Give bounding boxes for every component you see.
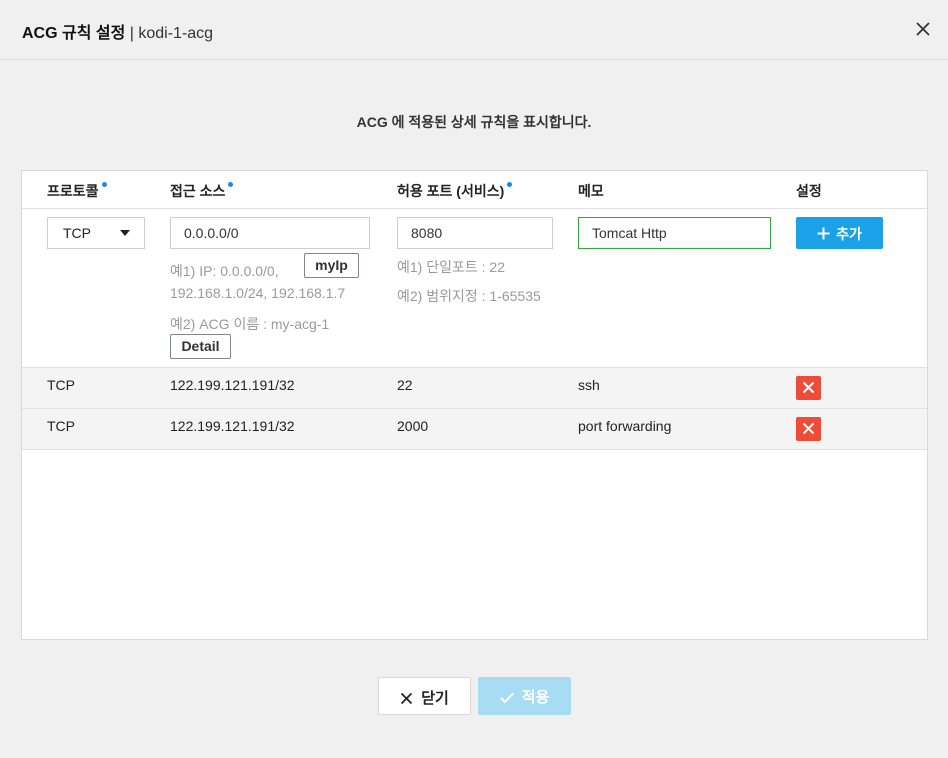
port-hint-1: 예1) 단일포트 : 22: [397, 259, 505, 275]
modal-header: ACG 규칙 설정 | kodi-1-acg: [0, 0, 948, 60]
modal-title-text: ACG 규칙 설정: [22, 25, 126, 42]
title-separator: |: [125, 25, 139, 42]
modal-title: ACG 규칙 설정 | kodi-1-acg: [22, 19, 213, 43]
source-hint-2: 192.168.1.0/24, 192.168.1.7: [170, 285, 346, 301]
column-header-memo: 메모: [578, 183, 604, 199]
apply-button[interactable]: 적용: [478, 677, 571, 715]
plus-icon: [817, 227, 830, 240]
source-input[interactable]: 0.0.0.0/0: [170, 217, 370, 249]
table-row: TCP 122.199.121.191/32 22 ssh: [22, 368, 927, 409]
delete-rule-button[interactable]: [796, 417, 821, 441]
description-text: ACG 에 적용된 상세 규칙을 표시합니다.: [356, 114, 592, 130]
check-icon: [499, 692, 514, 704]
acg-name: kodi-1-acg: [138, 25, 214, 42]
row-source: 122.199.121.191/32: [170, 377, 295, 393]
source-hint-3: 예2) ACG 이름 : my-acg-1: [170, 316, 330, 332]
column-header-settings: 설정: [796, 183, 822, 199]
new-rule-row: TCP 0.0.0.0/0 예1) IP: 0.0.0.0/0, myIp 19…: [22, 209, 927, 368]
row-protocol: TCP: [47, 418, 75, 434]
detail-button[interactable]: Detail: [170, 334, 231, 359]
close-button-label: 닫기: [421, 690, 449, 707]
column-header-source: 접근 소스: [170, 181, 234, 201]
column-header-protocol: 프로토콜: [47, 181, 107, 201]
required-dot-icon: [101, 182, 107, 187]
rules-table: 프로토콜 접근 소스 허용 포트 (서비스) 메모 설정 TCP 0.0.0.0…: [21, 170, 928, 640]
protocol-select-value: TCP: [63, 225, 91, 241]
protocol-select[interactable]: TCP: [47, 217, 145, 249]
row-memo: ssh: [578, 377, 600, 393]
row-protocol: TCP: [47, 377, 75, 393]
dropdown-caret-icon: [120, 230, 130, 236]
required-dot-icon: [228, 182, 234, 187]
close-icon: [401, 692, 413, 705]
row-memo: port forwarding: [578, 418, 672, 434]
add-rule-label: 추가: [836, 226, 862, 242]
row-port: 22: [397, 377, 413, 393]
memo-input[interactable]: Tomcat Http: [578, 217, 771, 249]
close-button[interactable]: 닫기: [378, 677, 471, 715]
required-dot-icon: [507, 182, 513, 187]
delete-icon: [802, 381, 815, 394]
close-icon[interactable]: [912, 18, 934, 40]
apply-button-label: 적용: [521, 689, 550, 706]
delete-icon: [802, 422, 815, 435]
port-hint-2: 예2) 범위지정 : 1-65535: [397, 288, 541, 304]
row-port: 2000: [397, 418, 429, 434]
row-source: 122.199.121.191/32: [170, 418, 295, 434]
table-header: 프로토콜 접근 소스 허용 포트 (서비스) 메모 설정: [22, 171, 927, 209]
myip-button[interactable]: myIp: [304, 253, 359, 278]
source-hint-1: 예1) IP: 0.0.0.0/0,: [170, 263, 279, 279]
port-input[interactable]: 8080: [397, 217, 553, 249]
column-header-port: 허용 포트 (서비스): [397, 181, 513, 201]
add-rule-button[interactable]: 추가: [796, 217, 883, 249]
table-row: TCP 122.199.121.191/32 2000 port forward…: [22, 409, 927, 450]
delete-rule-button[interactable]: [796, 376, 821, 400]
